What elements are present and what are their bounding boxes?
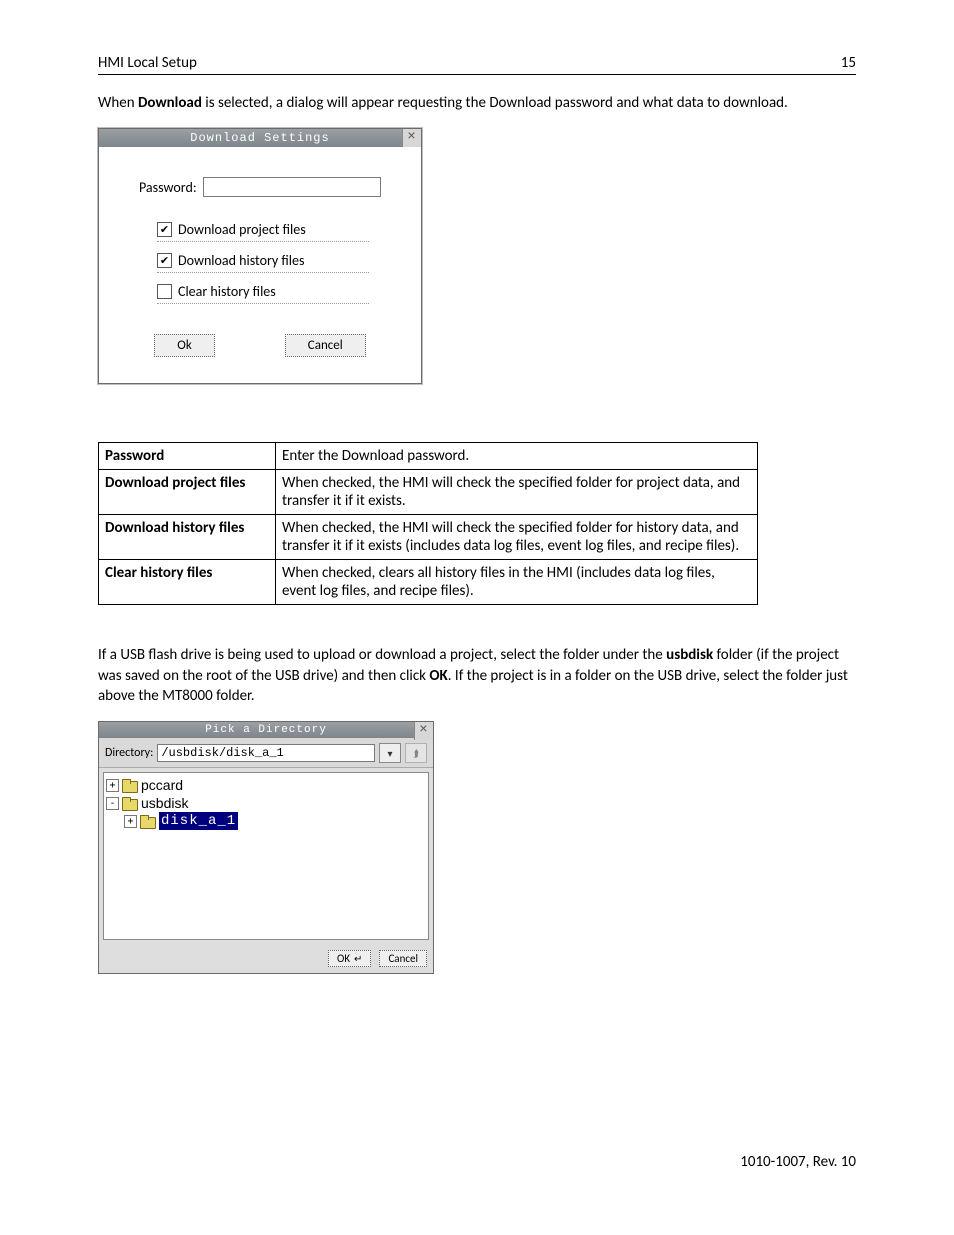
table-row: Download project files When checked, the… — [99, 470, 758, 515]
intro-paragraph: When Download is selected, a dialog will… — [98, 93, 856, 113]
table-key: Clear history files — [99, 560, 276, 605]
tree-item-disk-a-1[interactable]: + disk_a_1 — [106, 812, 426, 830]
directory-tree[interactable]: + pccard - usbdisk + disk_a_1 — [103, 772, 429, 940]
directory-label: Directory: — [105, 746, 153, 760]
checkbox-download-project-files[interactable]: ✔ Download project files — [157, 221, 369, 242]
collapse-icon[interactable]: - — [106, 797, 119, 810]
usb-note-paragraph: If a USB flash drive is being used to up… — [98, 645, 856, 706]
ok-button[interactable]: Ok — [154, 334, 215, 357]
tree-label: disk_a_1 — [159, 812, 238, 830]
checkbox-icon: ✔ — [157, 253, 172, 268]
password-input[interactable] — [203, 177, 381, 197]
table-value: Enter the Download password. — [276, 443, 758, 470]
password-label: Password: — [139, 179, 197, 196]
dialog-title: Download Settings — [190, 131, 329, 145]
checkbox-icon — [157, 284, 172, 299]
directory-input[interactable] — [157, 744, 375, 762]
cancel-button[interactable]: Cancel — [285, 334, 366, 357]
checkbox-label: Download project files — [178, 221, 306, 238]
dialog-titlebar: Pick a Directory × — [99, 722, 433, 738]
enter-icon: ↵ — [354, 952, 362, 965]
folder-icon — [122, 797, 138, 810]
table-value: When checked, the HMI will check the spe… — [276, 515, 758, 560]
pick-directory-dialog: Pick a Directory × Directory: ▾ ⮭ + pccar… — [98, 721, 434, 974]
table-row: Clear history files When checked, clears… — [99, 560, 758, 605]
table-key: Password — [99, 443, 276, 470]
document-footer: 1010-1007, Rev. 10 — [740, 1153, 856, 1171]
checkbox-list: ✔ Download project files ✔ Download hist… — [157, 221, 401, 304]
tree-label: usbdisk — [141, 794, 188, 812]
page-header: HMI Local Setup 15 — [98, 54, 856, 75]
close-icon[interactable]: × — [414, 722, 433, 740]
checkbox-icon: ✔ — [157, 222, 172, 237]
checkbox-clear-history-files[interactable]: Clear history files — [157, 283, 369, 304]
table-row: Password Enter the Download password. — [99, 443, 758, 470]
tree-item-pccard[interactable]: + pccard — [106, 776, 426, 794]
table-key: Download history files — [99, 515, 276, 560]
expand-icon[interactable]: + — [124, 815, 137, 828]
ok-button[interactable]: OK ↵ — [328, 950, 371, 967]
tree-item-usbdisk[interactable]: - usbdisk — [106, 794, 426, 812]
header-page-number: 15 — [841, 54, 856, 72]
table-value: When checked, the HMI will check the spe… — [276, 470, 758, 515]
table-row: Download history files When checked, the… — [99, 515, 758, 560]
folder-icon — [122, 779, 138, 792]
table-key: Download project files — [99, 470, 276, 515]
cancel-button[interactable]: Cancel — [379, 950, 427, 967]
download-settings-dialog: Download Settings × Password: ✔ Download… — [98, 128, 422, 384]
expand-icon[interactable]: + — [106, 779, 119, 792]
settings-description-table: Password Enter the Download password. Do… — [98, 442, 758, 605]
dialog-title: Pick a Directory — [205, 724, 327, 736]
checkbox-label: Download history files — [178, 252, 304, 269]
checkbox-download-history-files[interactable]: ✔ Download history files — [157, 252, 369, 273]
checkbox-label: Clear history files — [178, 283, 276, 300]
dropdown-icon[interactable]: ▾ — [379, 743, 401, 763]
header-title: HMI Local Setup — [98, 54, 197, 72]
up-folder-icon[interactable]: ⮭ — [405, 743, 427, 763]
dialog-titlebar: Download Settings × — [99, 129, 421, 147]
tree-label: pccard — [141, 776, 183, 794]
close-icon[interactable]: × — [402, 129, 421, 147]
table-value: When checked, clears all history files i… — [276, 560, 758, 605]
folder-icon — [140, 815, 156, 828]
